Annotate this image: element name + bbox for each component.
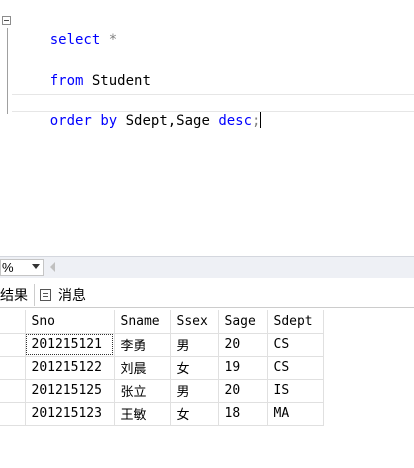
cell[interactable]: 女 (170, 356, 219, 380)
tab-results[interactable]: 结果 (0, 284, 35, 306)
column-header-sage[interactable]: Sage (218, 310, 268, 334)
cell[interactable]: IS (267, 379, 324, 403)
messages-icon (40, 289, 51, 301)
scroll-left-arrow-icon[interactable] (50, 262, 55, 272)
cell[interactable]: MA (267, 402, 324, 426)
results-table: Sno Sname Ssex Sage Sdept 201215121 李勇 男… (0, 310, 324, 426)
cell[interactable]: 20 (218, 379, 268, 403)
cell[interactable]: 201215122 (25, 356, 115, 380)
tab-messages[interactable]: 消息 (40, 284, 100, 306)
cell[interactable]: CS (267, 356, 324, 380)
row-header[interactable] (0, 333, 26, 357)
zoom-value: % (2, 260, 14, 275)
row-header[interactable] (0, 379, 26, 403)
fold-guide (7, 28, 8, 114)
row-header[interactable] (0, 402, 26, 426)
cell[interactable]: 18 (218, 402, 268, 426)
keyword-desc: desc (218, 113, 253, 129)
cell[interactable]: 男 (170, 379, 219, 403)
zoom-bar: % (0, 256, 414, 278)
select-star: * (100, 32, 118, 48)
collapse-toggle-icon[interactable] (2, 16, 11, 25)
header-row: Sno Sname Ssex Sage Sdept (0, 310, 324, 334)
cell[interactable]: 201215123 (25, 402, 115, 426)
cell[interactable]: 刘晨 (114, 356, 171, 380)
results-grid: Sno Sname Ssex Sage Sdept 201215121 李勇 男… (0, 308, 414, 468)
cell[interactable]: CS (267, 333, 324, 357)
keyword-from: from (49, 73, 84, 89)
keyword-select: select (49, 32, 101, 48)
column-header-sname[interactable]: Sname (114, 310, 171, 334)
order-columns: Sdept,Sage (117, 113, 219, 129)
cell[interactable]: 19 (218, 356, 268, 380)
chevron-down-icon[interactable] (32, 264, 40, 269)
table-row: 201215123 王敏 女 18 MA (0, 402, 324, 426)
column-header-sno[interactable]: Sno (25, 310, 115, 334)
cell[interactable]: 李勇 (114, 333, 171, 357)
semicolon: ; (252, 113, 261, 129)
column-header-ssex[interactable]: Ssex (170, 310, 219, 334)
cell[interactable]: 20 (218, 333, 268, 357)
cell[interactable]: 女 (170, 402, 219, 426)
row-header[interactable] (0, 356, 26, 380)
table-row: 201215125 张立 男 20 IS (0, 379, 324, 403)
zoom-dropdown[interactable]: % (0, 259, 44, 276)
table-row: 201215122 刘晨 女 19 CS (0, 356, 324, 380)
cell[interactable]: 男 (170, 333, 219, 357)
cell[interactable]: 张立 (114, 379, 171, 403)
keyword-by: by (100, 113, 118, 129)
text-caret (260, 112, 262, 128)
cell[interactable]: 王敏 (114, 402, 171, 426)
table-row: 201215121 李勇 男 20 CS (0, 333, 324, 357)
code-line-3[interactable]: order by Sdept,Sage desc; (16, 94, 262, 148)
table-name: Student (83, 73, 151, 89)
column-header-sdept[interactable]: Sdept (267, 310, 324, 334)
keyword-order: order (49, 113, 92, 129)
query-editor[interactable]: select * from Student order by Sdept,Sag… (0, 0, 414, 256)
tab-results-label: 结果 (0, 287, 28, 303)
corner-cell[interactable] (0, 310, 26, 334)
tab-messages-label: 消息 (58, 287, 86, 303)
cell[interactable]: 201215125 (25, 379, 115, 403)
result-tabs: 结果 消息 (0, 282, 414, 308)
cell[interactable]: 201215121 (25, 333, 115, 357)
